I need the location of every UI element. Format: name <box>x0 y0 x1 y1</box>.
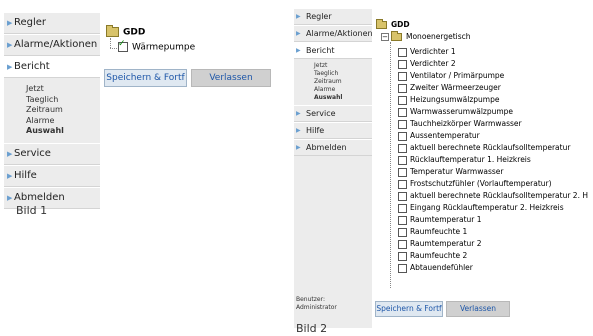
arrow-right-icon: ▶ <box>296 30 301 37</box>
tree-leaf[interactable]: Temperatur Warmwasser <box>398 166 588 178</box>
checkbox[interactable] <box>398 47 407 57</box>
bild2-sidebar: ▶ Regler ▶ Alarme/Aktionen ▶ Bericht Jetzt … <box>294 8 373 328</box>
checkbox[interactable] <box>398 155 407 165</box>
checkbox[interactable] <box>398 179 407 189</box>
nav-item-hilfe[interactable]: ▶ Hilfe <box>4 164 100 187</box>
arrow-right-icon: ▶ <box>7 149 13 158</box>
tree-leaf[interactable]: Raumfeuchte 1 <box>398 226 588 238</box>
submenu-item-zeitraum[interactable]: Zeitraum <box>314 78 372 86</box>
checkbox[interactable] <box>398 263 407 273</box>
user-info: Benutzer: Administrator <box>296 296 337 312</box>
tree-leaf[interactable]: Aussentemperatur <box>398 130 588 142</box>
checkbox[interactable] <box>398 119 407 129</box>
arrow-right-icon: ▶ <box>296 47 301 54</box>
tree-connector <box>110 38 111 48</box>
checkbox[interactable] <box>398 239 407 249</box>
nav-item-abmelden[interactable]: ▶ Abmelden <box>294 139 372 156</box>
bild1-sidebar: ▶ Regler ▶ Alarme/Aktionen ▶ Bericht Jetzt … <box>4 12 100 209</box>
tree-leaf[interactable]: aktuell berechnete Rücklaufsolltemperatu… <box>398 190 588 202</box>
checkbox[interactable] <box>398 95 407 105</box>
tree-leaf[interactable]: Warmwasserumwälzpumpe <box>398 106 588 118</box>
leave-button[interactable]: Verlassen <box>191 69 271 87</box>
tree-leaf-waermepumpe[interactable]: Wärmepumpe <box>118 39 195 53</box>
nav-item-alarme[interactable]: ▶ Alarme/Aktionen <box>4 34 100 56</box>
checkbox[interactable] <box>118 39 128 52</box>
arrow-right-icon: ▶ <box>7 41 13 49</box>
caption-bild2: Bild 2 <box>296 322 328 335</box>
bericht-submenu: Jetzt Taeglich Zeitraum Alarme Auswahl <box>294 59 372 105</box>
nav-item-alarme[interactable]: ▶ Alarme/Aktionen <box>294 25 373 42</box>
checkbox[interactable] <box>398 251 407 261</box>
save-continue-button[interactable]: Speichern & Fortf <box>375 301 443 317</box>
tree-root-gdd[interactable]: GDD <box>106 25 145 38</box>
checkbox[interactable] <box>398 191 407 201</box>
submenu-item-auswahl[interactable]: Auswahl <box>314 94 372 102</box>
save-continue-button[interactable]: Speichern & Fortf <box>104 69 187 87</box>
nav-item-regler[interactable]: ▶ Regler <box>294 8 372 25</box>
tree-leaf[interactable]: aktuell berechnete Rücklaufsolltemperatu… <box>398 142 588 154</box>
folder-icon <box>106 25 119 37</box>
nav-item-service[interactable]: ▶ Service <box>294 105 372 122</box>
tree-connector <box>110 48 117 49</box>
tree-leaf[interactable]: Zweiter Wärmeerzeuger <box>398 82 588 94</box>
submenu-item-jetzt[interactable]: Jetzt <box>26 84 100 95</box>
arrow-right-icon: ▶ <box>296 110 301 117</box>
submenu-item-jetzt[interactable]: Jetzt <box>314 62 372 70</box>
arrow-right-icon: ▶ <box>296 127 301 134</box>
checkbox[interactable] <box>398 167 407 177</box>
arrow-right-icon: ▶ <box>7 171 13 180</box>
checkbox[interactable] <box>398 59 407 69</box>
folder-icon <box>376 19 387 29</box>
nav-item-service[interactable]: ▶ Service <box>4 142 100 165</box>
tree-leaf[interactable]: Verdichter 1 <box>398 46 588 58</box>
submenu-item-zeitraum[interactable]: Zeitraum <box>26 105 100 116</box>
tree-leaf[interactable]: Abtauendefühler <box>398 262 588 274</box>
tree-root-gdd[interactable]: GDD <box>376 19 410 29</box>
checkbox[interactable] <box>398 131 407 141</box>
arrow-right-icon: ▶ <box>7 193 13 202</box>
tree-leaf[interactable]: Tauchheizkörper Warmwasser <box>398 118 588 130</box>
submenu-item-alarme[interactable]: Alarme <box>26 116 100 127</box>
tree-leaf[interactable]: Raumtemperatur 1 <box>398 214 588 226</box>
arrow-right-icon: ▶ <box>7 63 13 71</box>
arrow-right-icon: ▶ <box>7 19 13 27</box>
checkbox[interactable] <box>398 143 407 153</box>
collapse-icon[interactable]: − <box>381 33 389 41</box>
tree-leaves: Verdichter 1 Verdichter 2 Ventilator / P… <box>398 46 588 274</box>
tree-leaf[interactable]: Heizungsumwälzpumpe <box>398 94 588 106</box>
tree-leaf[interactable]: Eingang Rücklauftemperatur 2. Heizkreis <box>398 202 588 214</box>
checkbox[interactable] <box>398 203 407 213</box>
submenu-item-alarme[interactable]: Alarme <box>314 86 372 94</box>
tree-leaf[interactable]: Raumtemperatur 2 <box>398 238 588 250</box>
tree-leaf[interactable]: Raumfeuchte 2 <box>398 250 588 262</box>
tree-leaf[interactable]: Verdichter 2 <box>398 58 588 70</box>
tree-group-monoenergetisch[interactable]: − Monoenergetisch <box>381 31 471 41</box>
tree-connector <box>390 42 391 288</box>
checkbox[interactable] <box>398 71 407 81</box>
bericht-submenu: Jetzt Taeglich Zeitraum Alarme Auswahl <box>4 78 100 143</box>
submenu-item-taeglich[interactable]: Taeglich <box>26 95 100 106</box>
arrow-right-icon: ▶ <box>296 144 301 151</box>
user-label: Benutzer: <box>296 296 325 303</box>
submenu-item-auswahl[interactable]: Auswahl <box>26 126 100 137</box>
checkbox[interactable] <box>398 83 407 93</box>
tree-leaf[interactable]: Rücklauftemperatur 1. Heizkreis <box>398 154 588 166</box>
caption-bild1: Bild 1 <box>16 204 48 217</box>
tree-leaf[interactable]: Ventilator / Primärpumpe <box>398 70 588 82</box>
checkbox[interactable] <box>398 227 407 237</box>
nav-item-hilfe[interactable]: ▶ Hilfe <box>294 122 372 139</box>
tree-leaf[interactable]: Frostschutzfühler (Vorlauftemperatur) <box>398 178 588 190</box>
checkbox[interactable] <box>398 107 407 117</box>
user-name: Administrator <box>296 304 337 311</box>
arrow-right-icon: ▶ <box>296 13 301 20</box>
checkbox[interactable] <box>398 215 407 225</box>
nav-item-regler[interactable]: ▶ Regler <box>4 12 100 34</box>
submenu-item-taeglich[interactable]: Taeglich <box>314 70 372 78</box>
leave-button[interactable]: Verlassen <box>446 301 510 317</box>
nav-item-bericht[interactable]: ▶ Bericht <box>294 42 372 59</box>
folder-open-icon <box>391 31 402 41</box>
nav-item-bericht[interactable]: ▶ Bericht <box>4 56 100 78</box>
